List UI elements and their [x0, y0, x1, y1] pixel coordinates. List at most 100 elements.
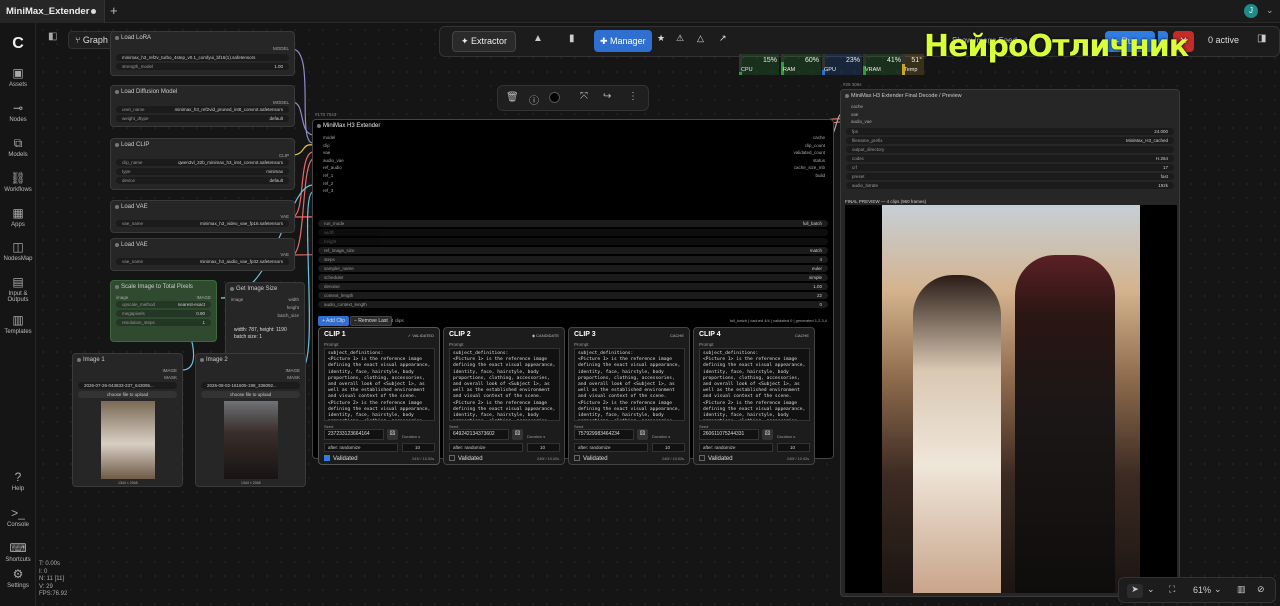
input-port-ref-3[interactable]: ref_3 — [323, 187, 344, 195]
manager-button[interactable]: ✚ Manager — [594, 30, 652, 52]
clip-card-3[interactable]: CLIP 3 CACHE Prompt subject_definitions:… — [568, 327, 690, 465]
prompt-textarea[interactable]: subject_definitions: <Picture 1> is the … — [324, 348, 435, 421]
device-widget[interactable]: device default — [116, 177, 289, 184]
upload-button[interactable]: choose file to upload — [78, 391, 177, 398]
run-mode-widget[interactable]: run_mode full_batch — [318, 220, 828, 227]
input-port-image[interactable]: image — [116, 295, 128, 300]
seed-input[interactable]: 237233123664164 — [324, 429, 384, 440]
prompt-textarea[interactable]: subject_definitions: <Picture 1> is the … — [699, 348, 810, 421]
panel-toggle-icon[interactable]: ◧ — [48, 31, 62, 45]
avatar[interactable]: J — [1244, 4, 1258, 18]
logo-icon[interactable]: C — [0, 35, 36, 53]
output-port-vae[interactable]: VAE — [280, 252, 289, 257]
output-ports[interactable]: cache clip_count validated_count status … — [793, 134, 825, 180]
upload-button[interactable]: choose file to upload — [201, 391, 300, 398]
prompt-textarea[interactable]: subject_definitions: <Picture 1> is the … — [449, 348, 560, 421]
audio-bitrate-widget[interactable]: audio_bitrate 192k — [846, 182, 1174, 189]
validated-checkbox[interactable]: Validated — [574, 455, 608, 462]
image-2-node[interactable]: Image 2 IMAGE MASK 2026-08-02-161605-198… — [195, 353, 306, 487]
seed-input[interactable]: 649242134373602 — [449, 429, 509, 440]
height-widget[interactable]: height — [318, 238, 828, 245]
output-port-cache-size[interactable]: cache_size_mb — [793, 164, 825, 172]
duration-input[interactable]: 10 — [652, 443, 685, 452]
input-port-vae[interactable]: vae — [323, 149, 344, 157]
zoom-level[interactable]: 61% — [1193, 585, 1211, 595]
output-port-image[interactable]: IMAGE — [285, 368, 300, 373]
triangle-logo-icon[interactable]: ▲ — [533, 33, 543, 44]
seed-mode-select[interactable]: after: randomize — [574, 443, 648, 452]
prompt-textarea[interactable]: subject_definitions: <Picture 1> is the … — [574, 348, 685, 421]
input-port-clip[interactable]: clip — [323, 142, 344, 150]
video-preview[interactable] — [845, 205, 1177, 593]
input-port-image[interactable]: image — [231, 297, 243, 302]
load-clip-node[interactable]: Load CLIP CLIP clip_name qwen3vl_32b_mini… — [110, 138, 295, 190]
sidebar-item-models[interactable]: ⧉ Models — [0, 136, 36, 158]
get-image-size-node[interactable]: Get Image Size image width height batch_… — [225, 282, 305, 362]
duration-input[interactable]: 10 — [527, 443, 560, 452]
sidebar-item-help[interactable]: ? Help — [0, 470, 36, 492]
output-port-height[interactable]: height — [287, 305, 299, 310]
duration-input[interactable]: 10 — [402, 443, 435, 452]
graph-canvas[interactable]: ◧ ⑂ Graph ⌄ Load LoRA MODEL minimax_h3_r… — [36, 23, 1280, 606]
seed-input[interactable]: 757929983464234 — [574, 429, 634, 440]
load-audio-vae-node[interactable]: Load VAE VAE vae_name minimax_h3_audio_va… — [110, 238, 295, 271]
input-ports[interactable]: cache vae audio_vae — [851, 103, 872, 126]
fps-widget[interactable]: fps 24.000 — [846, 128, 1174, 135]
output-port-mask[interactable]: MASK — [287, 375, 300, 380]
output-port-clip[interactable]: CLIP — [279, 153, 289, 158]
bookmark-icon[interactable]: ▮ — [569, 33, 575, 44]
denoise-widget[interactable]: denoise 1.00 — [318, 283, 828, 290]
fit-view-icon[interactable]: ⛶ — [1169, 584, 1175, 595]
sidebar-item-io[interactable]: ▤ Input & Outputs — [0, 275, 36, 303]
validated-checkbox[interactable]: Validated — [324, 455, 358, 462]
link-icon[interactable]: ⊘ — [1257, 584, 1265, 595]
sidebar-item-nodes[interactable]: ⊸ Nodes — [0, 101, 36, 123]
sidebar-item-shortcuts[interactable]: ⌨ Shortcuts — [0, 541, 36, 563]
more-icon[interactable]: ⋮ — [628, 91, 638, 102]
share-icon[interactable]: ↗ — [719, 33, 727, 44]
sidebar-item-workflows[interactable]: ⛓ Workflows — [0, 171, 36, 193]
output-port-batch[interactable]: batch_size — [277, 313, 299, 318]
sidebar-item-templates[interactable]: ▥ Templates — [0, 313, 36, 335]
final-decode-node[interactable]: MiniMax H3 Extender Final Decode / Previ… — [840, 89, 1180, 597]
sidebar-item-nodesmap[interactable]: ◫ NodesMap — [0, 240, 36, 262]
side-panel-icon[interactable]: ◨ — [1257, 33, 1266, 44]
crf-widget[interactable]: crf 17 — [846, 164, 1174, 171]
seed-input[interactable]: 260611075244331 — [699, 429, 759, 440]
input-port-cache[interactable]: cache — [851, 103, 872, 111]
output-port-cache[interactable]: cache — [793, 134, 825, 142]
validated-checkbox[interactable]: Validated — [699, 455, 733, 462]
filename-prefix-widget[interactable]: filename_prefix MiniMax_H3_cached — [846, 137, 1174, 144]
cursor-icon[interactable]: ➤ — [1127, 584, 1143, 598]
sidebar-item-assets[interactable]: ▣ Assets — [0, 66, 36, 88]
map-icon[interactable]: ▥ — [1237, 584, 1246, 595]
chevron-down-icon[interactable]: ⌄ — [1214, 584, 1222, 595]
output-directory-widget[interactable]: output_directory — [846, 146, 1174, 153]
add-clip-button[interactable]: + Add Clip — [318, 316, 349, 326]
output-port-model[interactable]: MODEL — [273, 100, 289, 105]
dtype-widget[interactable]: weight_dtype default — [116, 115, 289, 122]
info-icon[interactable]: ⓘ — [529, 92, 539, 107]
output-port-image[interactable]: IMAGE — [196, 295, 211, 300]
sidebar-item-apps[interactable]: ▦ Apps — [0, 206, 36, 228]
steps-widget[interactable]: steps 4 — [318, 256, 828, 263]
seed-mode-select[interactable]: after: randomize — [449, 443, 523, 452]
seed-mode-select[interactable]: after: randomize — [324, 443, 398, 452]
chevron-down-icon[interactable]: ⌄ — [1266, 5, 1274, 16]
clip-card-4[interactable]: CLIP 4 CACHE Prompt subject_definitions:… — [693, 327, 815, 465]
output-port-image[interactable]: IMAGE — [162, 368, 177, 373]
input-port-ref-audio[interactable]: ref_audio — [323, 164, 344, 172]
input-port-ref-1[interactable]: ref_1 — [323, 172, 344, 180]
unet-widget[interactable]: unet_name minimax_h3_ref2vid_pruned_int8_… — [116, 106, 289, 113]
workflow-tab[interactable]: MiniMax_Extender — [0, 0, 105, 23]
load-diffusion-node[interactable]: Load Diffusion Model MODEL unet_name mini… — [110, 85, 295, 127]
input-port-vae[interactable]: vae — [851, 111, 872, 119]
width-widget[interactable]: width — [318, 229, 828, 236]
upscale-method-widget[interactable]: upscale_method nearest-exact — [116, 301, 211, 308]
clip-card-2[interactable]: CLIP 2 ◆ CANDIDATE Prompt subject_defini… — [443, 327, 565, 465]
duration-input[interactable]: 10 — [777, 443, 810, 452]
file-select-widget[interactable]: 2026-08-02-161605-198_336092... — [201, 382, 300, 389]
remove-last-button[interactable]: − Remove Last — [350, 316, 392, 326]
sidebar-item-console[interactable]: >_ Console — [0, 506, 36, 528]
output-port-model[interactable]: MODEL — [273, 46, 289, 51]
